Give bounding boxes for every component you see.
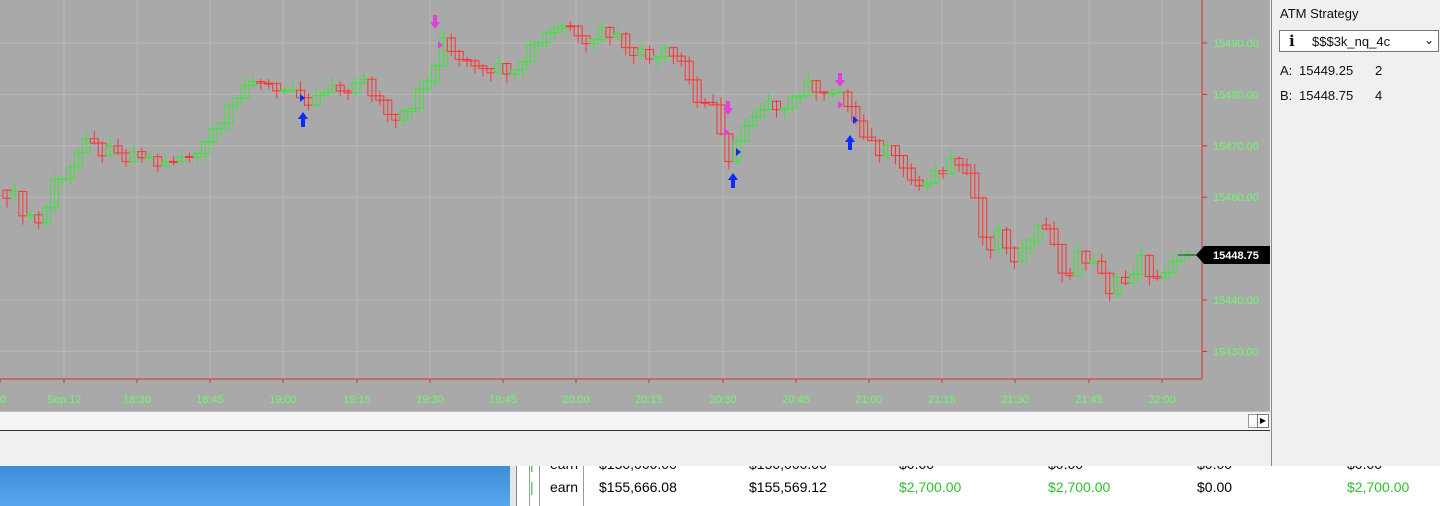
atm-strategy-title: ATM Strategy — [1280, 6, 1359, 21]
atm-strategy-value: $$$3k_nq_4c — [1312, 34, 1391, 49]
x-tick-label: 19:00 — [269, 394, 297, 406]
info-icon[interactable]: i — [1289, 32, 1295, 50]
candle-body — [169, 160, 179, 163]
row-marker: | — [530, 466, 534, 475]
cell-value: $0.00 — [1197, 466, 1232, 475]
y-tick-label: 15470.00 — [1213, 141, 1259, 153]
chart-panel[interactable]: 15490.00 15480.00 15470.00 15460.00 15440.00… — [0, 0, 1270, 431]
accounts-grid[interactable]: | earn $150,000.00 $150,000.00 $0.00 $0.… — [516, 466, 1440, 506]
price-axis — [1202, 0, 1270, 379]
y-tick-label: 15430.00 — [1213, 346, 1259, 358]
windows-taskbar — [0, 466, 510, 506]
x-tick-label: 19:30 — [416, 394, 444, 406]
candle-body — [700, 101, 710, 104]
x-tick-label: 21:15 — [928, 394, 956, 406]
cell-value: $0.00 — [1197, 479, 1233, 495]
x-tick-label: 21:45 — [1075, 394, 1103, 406]
y-tick-label: 15460.00 — [1213, 192, 1259, 204]
cell-value: $2,700.00 — [1048, 479, 1111, 495]
x-tick-label: 18:30 — [123, 394, 151, 406]
chart-scrollbar[interactable]: ▶ — [0, 411, 1270, 430]
ask-label: A: — [1280, 63, 1293, 78]
y-tick-label: 15440.00 — [1213, 295, 1259, 307]
candle-body — [184, 156, 194, 159]
scroll-right-arrow-icon[interactable]: ▶ — [1257, 414, 1269, 428]
x-tick-label: 18:45 — [196, 394, 224, 406]
x-tick-label: 20:45 — [782, 394, 810, 406]
x-tick-label: 19:15 — [343, 394, 371, 406]
last-price-label: 15448.75 — [1213, 250, 1259, 262]
x-tick-label: 0 — [0, 394, 6, 406]
atm-strategy-select[interactable]: i $$$3k_nq_4c ⌄ — [1279, 30, 1439, 52]
cell-value: $155,569.12 — [749, 479, 827, 495]
cell-value: $0.00 — [1048, 466, 1083, 475]
table-row[interactable]: | earn $150,000.00 $150,000.00 $0.00 $0.… — [517, 466, 1440, 475]
row-marker: | — [530, 479, 534, 495]
cell-value: $2,700.00 — [1347, 479, 1410, 495]
x-tick-label: 21:00 — [855, 394, 883, 406]
cell-value: $150,000.00 — [599, 466, 677, 475]
x-tick-label: 20:00 — [562, 394, 590, 406]
candle-body — [288, 89, 298, 92]
price-chart[interactable]: 15490.00 15480.00 15470.00 15460.00 15440.00… — [0, 0, 1270, 411]
ask-price: 15449.25 — [1299, 63, 1354, 78]
ask-qty: 2 — [1375, 63, 1383, 78]
bid-qty: 4 — [1375, 88, 1383, 103]
x-tick-label: 20:30 — [709, 394, 737, 406]
cell-value: $150,000.00 — [749, 466, 827, 475]
cell-value: $155,666.08 — [599, 479, 677, 495]
row-label: earn — [550, 466, 578, 475]
atm-panel: ATM Strategy i $$$3k_nq_4c ⌄ A: 15449.25… — [1271, 0, 1440, 466]
x-tick-label: 20:15 — [635, 394, 663, 406]
cell-value: $0.00 — [1347, 466, 1382, 475]
cell-value: $0.00 — [899, 466, 934, 475]
candle-body — [58, 178, 68, 181]
table-row[interactable]: | earn $155,666.08 $155,569.12 $2,700.00… — [517, 476, 1440, 498]
candle-body — [264, 82, 274, 85]
bid-price: 15448.75 — [1299, 88, 1354, 103]
row-label: earn — [550, 479, 579, 495]
candle-body — [827, 92, 837, 95]
plot-area — [0, 0, 1202, 379]
x-tick-label: 22:00 — [1148, 394, 1176, 406]
bid-label: B: — [1280, 88, 1293, 103]
candle-body — [280, 89, 290, 92]
y-tick-label: 15480.00 — [1213, 89, 1259, 101]
y-tick-label: 15490.00 — [1213, 38, 1259, 50]
chevron-down-icon[interactable]: ⌄ — [1424, 33, 1434, 47]
x-tick-label: 21:30 — [1001, 394, 1029, 406]
candle-body — [565, 25, 575, 28]
x-tick-label: 19:45 — [489, 394, 517, 406]
cell-value: $2,700.00 — [899, 479, 962, 495]
x-tick-label: Sep 12 — [47, 394, 82, 406]
